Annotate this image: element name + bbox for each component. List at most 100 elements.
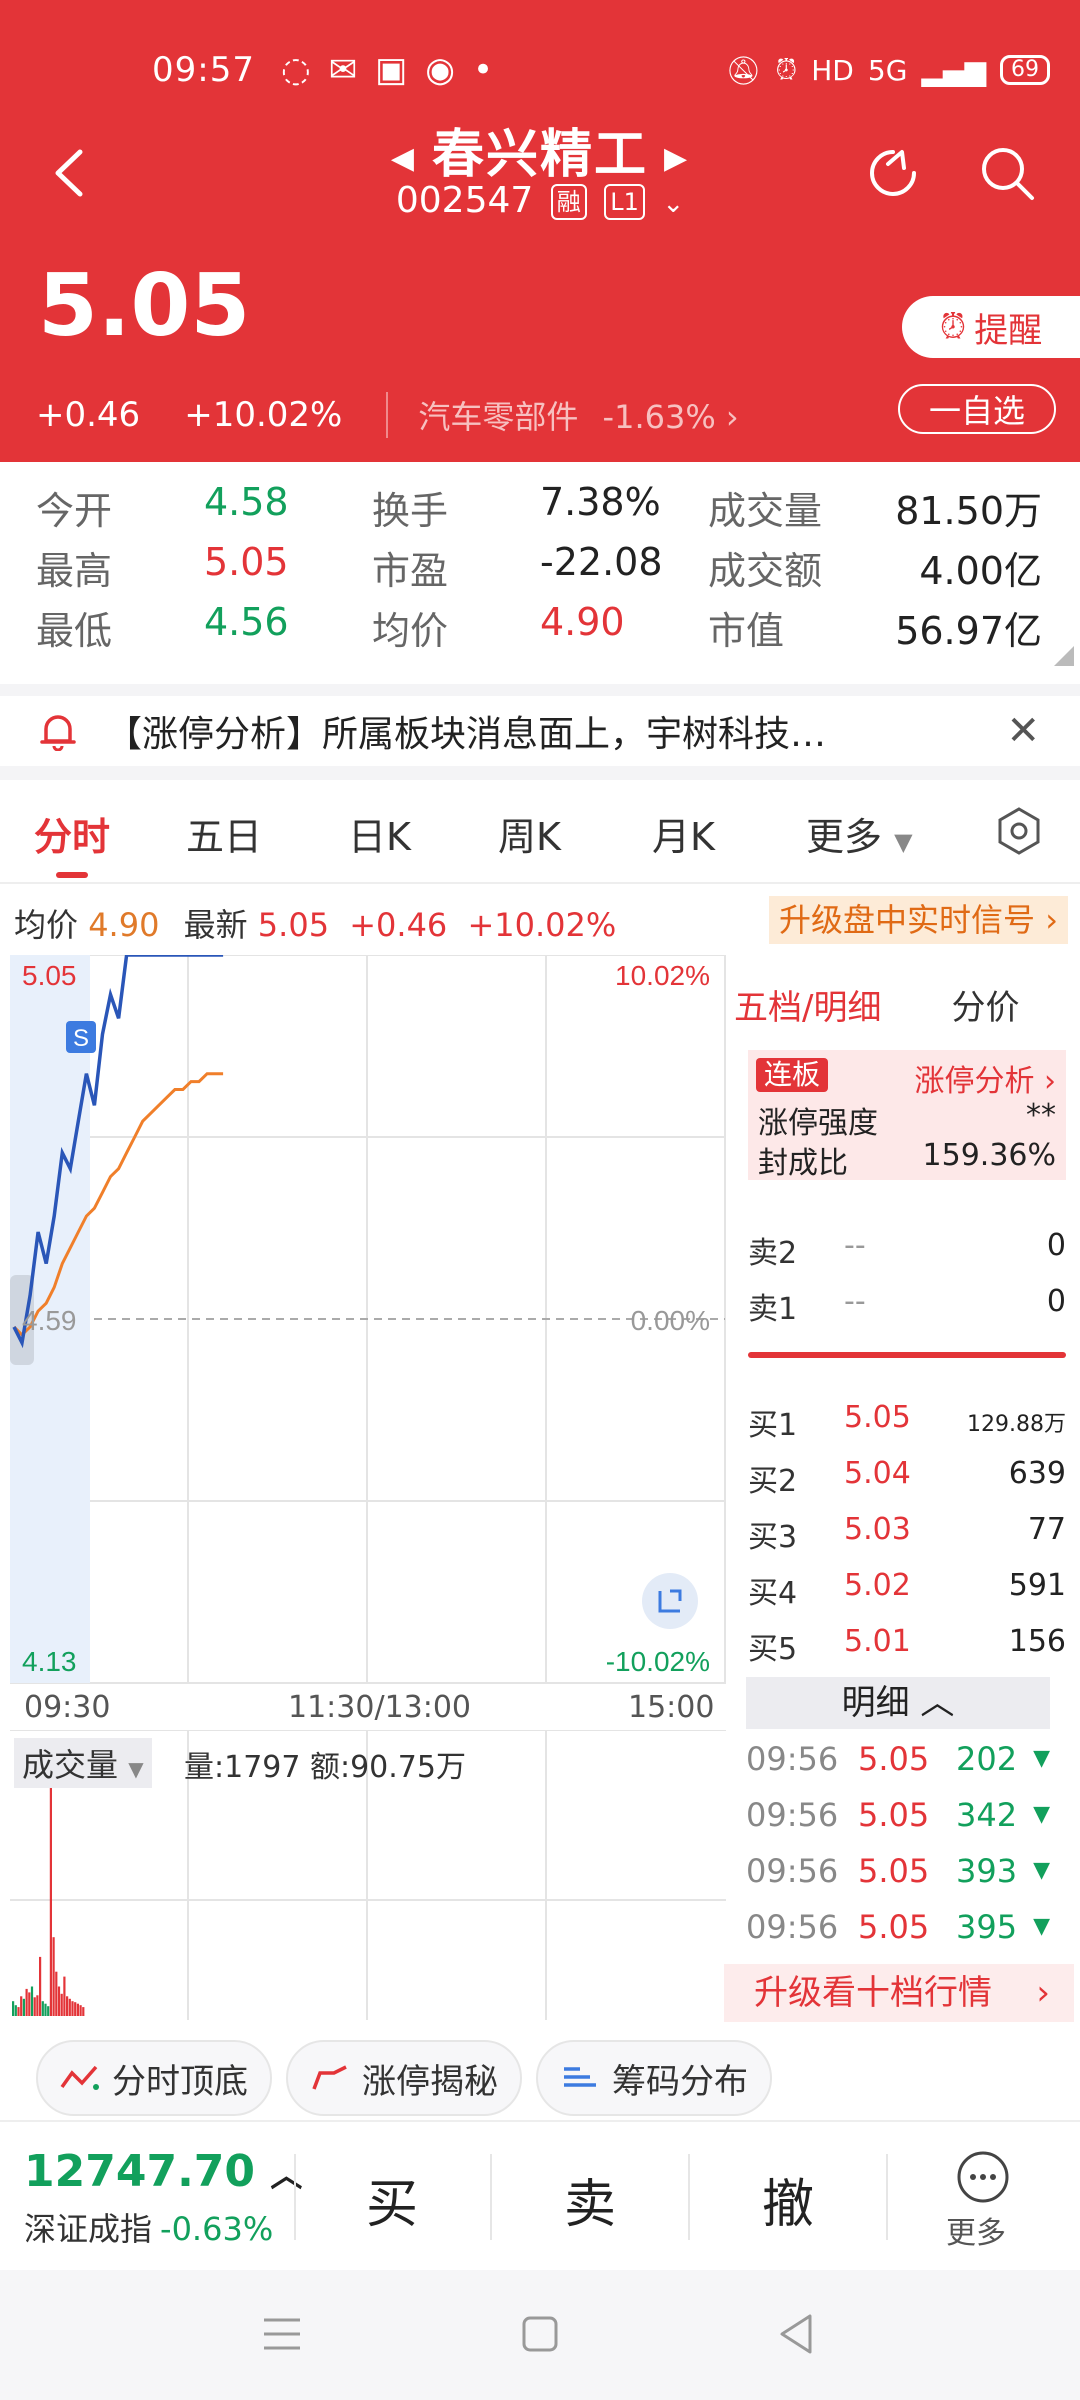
- limit-up-secret-button[interactable]: 涨停揭秘: [286, 2040, 522, 2116]
- level-tag[interactable]: L1: [604, 184, 645, 220]
- tab-intraday[interactable]: 分时: [34, 806, 110, 861]
- search-icon[interactable]: [976, 142, 1038, 204]
- volume-bar: [63, 1976, 66, 2016]
- open-value: 4.58: [204, 480, 289, 524]
- x-label-open: 09:30: [24, 1690, 111, 1725]
- next-stock-icon[interactable]: ▶: [664, 141, 689, 176]
- add-favorite-button[interactable]: 一自选: [898, 384, 1056, 434]
- tab-daily-k[interactable]: 日K: [348, 806, 411, 861]
- volume-bar: [22, 1998, 25, 2016]
- quote-grid: 今开 4.58 最高 5.05 最低 4.56 换手 7.38% 市盈 -22.…: [0, 470, 1080, 670]
- menu-icon[interactable]: [262, 2316, 302, 2352]
- volume-bar: [41, 2001, 44, 2016]
- ask-row[interactable]: 卖2 -- 0: [748, 1228, 1066, 1271]
- down-arrow-icon: ▼: [1033, 1914, 1050, 1939]
- close-icon[interactable]: ✕: [1006, 708, 1040, 754]
- sector-name: 汽车零部件: [418, 398, 579, 436]
- ask-row[interactable]: 卖1 -- 0: [748, 1284, 1066, 1327]
- news-text: 【涨停分析】所属板块消息面上，宇树科技…: [106, 714, 827, 755]
- x-label-close: 15:00: [628, 1690, 715, 1725]
- volume-bar: [30, 1986, 34, 2016]
- tab-weekly-k[interactable]: 周K: [498, 806, 561, 861]
- battery-indicator: 69: [1000, 55, 1050, 85]
- tab-price-split[interactable]: 分价: [951, 980, 1019, 1029]
- volume-bar: [47, 2006, 50, 2016]
- price-change-pct: +10.02%: [184, 395, 343, 435]
- chart-tabs: 分时 五日 日K 周K 月K 更多 ▼: [0, 780, 1080, 884]
- volume-selector[interactable]: 成交量 ▼: [14, 1738, 152, 1788]
- index-change: -0.63%: [160, 2210, 274, 2248]
- news-banner[interactable]: 【涨停分析】所属板块消息面上，宇树科技… ✕: [0, 684, 1080, 766]
- volume-bar: [79, 2005, 82, 2016]
- hd-label: HD: [811, 53, 854, 87]
- y-bottom-label: 4.13: [22, 1646, 77, 1677]
- signal-bars-icon: ▂▄▆: [921, 53, 986, 87]
- index-name: 深证成指 -0.63%: [24, 2210, 274, 2248]
- cancel-order-button[interactable]: 撤: [762, 2162, 814, 2237]
- chip-distribution-button[interactable]: 筹码分布: [536, 2040, 772, 2116]
- amount-value: 4.00亿: [919, 549, 1042, 593]
- upgrade-signal-button[interactable]: 升级盘中实时信号 ›: [769, 896, 1068, 944]
- tab-order-book[interactable]: 五档/明细: [734, 980, 881, 1029]
- sector-link[interactable]: 汽车零部件 -1.63% ›: [386, 392, 739, 438]
- chevron-down-icon[interactable]: ⌄: [662, 189, 684, 219]
- bottom-action-bar: 12747.70 ︿ 深证成指 -0.63% 买 卖 撤 更多: [0, 2120, 1080, 2270]
- volume-bar: [49, 1760, 52, 2016]
- volume-bar: [39, 1956, 42, 2016]
- fullscreen-button[interactable]: [642, 1573, 698, 1629]
- more-dots-icon[interactable]: [956, 2150, 1010, 2204]
- low-value: 4.56: [204, 600, 289, 644]
- home-icon[interactable]: [520, 2314, 560, 2354]
- more-label[interactable]: 更多: [946, 2208, 1006, 2252]
- refresh-share-icon[interactable]: [862, 142, 924, 204]
- limit-analysis-link[interactable]: 涨停分析 ›: [914, 1056, 1056, 1100]
- intraday-top-bottom-button[interactable]: 分时顶底: [36, 2040, 272, 2116]
- chevron-right-icon: ›: [725, 398, 739, 436]
- upgrade-ten-level-button[interactable]: 升级看十档行情 ›: [724, 1964, 1074, 2022]
- volume-bar: [20, 1996, 23, 2016]
- mute-bell-icon: 🔕︎: [725, 53, 762, 87]
- volume-bar: [71, 2001, 74, 2016]
- bid-row[interactable]: 买1 5.05 129.88万: [748, 1400, 1066, 1443]
- seal-label: 封成比: [758, 1146, 848, 1181]
- margin-tag: 融: [550, 184, 587, 220]
- status-time: 09:57: [152, 50, 255, 90]
- detail-toggle[interactable]: 明细 ︿: [746, 1677, 1050, 1729]
- sell-button[interactable]: 卖: [564, 2162, 616, 2237]
- volume-bar: [74, 2002, 77, 2016]
- down-arrow-icon: ▼: [1033, 1746, 1050, 1771]
- prev-stock-icon[interactable]: ◀: [391, 141, 416, 176]
- buy-button[interactable]: 买: [366, 2162, 418, 2237]
- x-label-noon: 11:30/13:00: [288, 1690, 472, 1725]
- chevron-up-icon: ︿: [270, 2156, 303, 2194]
- trend-line-icon: [60, 2065, 99, 2090]
- volume-bar: [14, 2005, 17, 2016]
- volume-bar: [17, 2007, 20, 2016]
- latest-change: +0.46: [349, 906, 448, 944]
- tab-monthly-k[interactable]: 月K: [652, 806, 715, 861]
- turnover-value: 7.38%: [540, 480, 661, 524]
- caret-down-icon: ▼: [894, 828, 913, 856]
- sector-change: -1.63%: [602, 398, 716, 436]
- mcap-value: 56.97亿: [895, 609, 1042, 653]
- remind-button[interactable]: ⏰︎ 提醒: [902, 296, 1080, 358]
- tab-five-day[interactable]: 五日: [186, 806, 262, 861]
- intraday-info: 均价 4.90 最新 5.05 +0.46 +10.02%: [14, 900, 616, 946]
- index-value[interactable]: 12747.70 ︿: [24, 2146, 302, 2197]
- tab-more[interactable]: 更多 ▼: [806, 806, 913, 861]
- settings-icon[interactable]: [994, 806, 1044, 856]
- caret-down-icon: ▼: [128, 1757, 144, 1781]
- intraday-chart[interactable]: S 5.05 4.59 4.13 10.02% 0.00% -10.02%: [10, 955, 726, 1685]
- back-triangle-icon[interactable]: [776, 2312, 816, 2356]
- limit-up-panel[interactable]: 连板 涨停分析 › 涨停强度 ** 封成比 159.36%: [748, 1050, 1066, 1181]
- bid-row[interactable]: 买5 5.01 156: [748, 1624, 1066, 1667]
- bid-row[interactable]: 买4 5.02 591: [748, 1568, 1066, 1611]
- avg-label: 均价: [372, 609, 449, 653]
- latest-value: 5.05: [257, 906, 330, 944]
- volume-value: 81.50万: [895, 489, 1042, 533]
- bid-row[interactable]: 买2 5.04 639: [748, 1456, 1066, 1499]
- expand-corner-icon[interactable]: [1054, 646, 1074, 666]
- bid-row[interactable]: 买3 5.03 77: [748, 1512, 1066, 1555]
- y-top-label: 5.05: [22, 960, 77, 991]
- latest-change-pct: +10.02%: [467, 906, 617, 944]
